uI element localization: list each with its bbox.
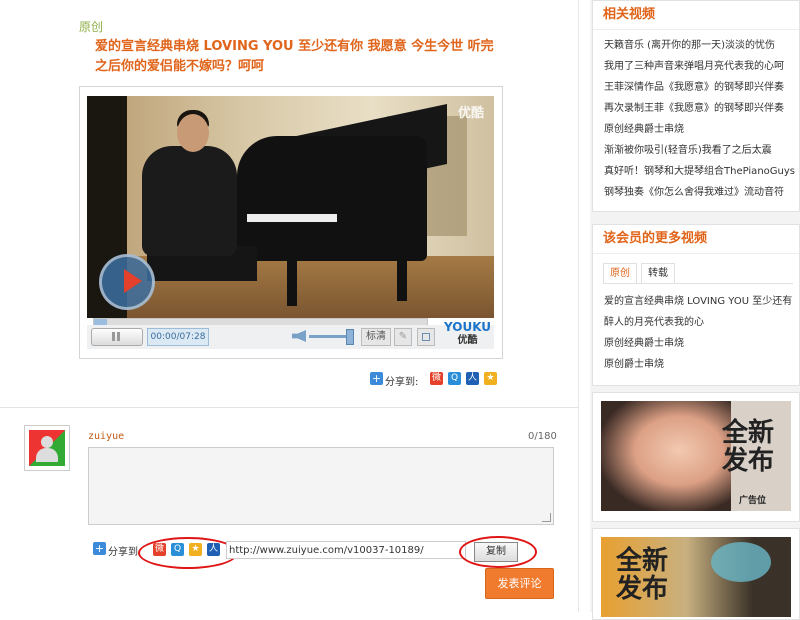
ad-image	[711, 542, 771, 582]
piano	[237, 136, 427, 261]
list-item[interactable]: 天籁音乐 (离开你的那一天)淡淡的忧伤	[593, 35, 799, 56]
tab-repost[interactable]: 转载	[641, 263, 675, 283]
member-videos-list: 爱的宣言经典串烧 LOVING YOU 至少还有 醉人的月亮代表我的心 原创经典…	[593, 291, 799, 375]
share-label: 分享到:	[385, 377, 419, 388]
list-item[interactable]: 原创爵士串烧	[593, 354, 799, 375]
tab-bar: 原创 转载	[603, 263, 793, 284]
ad-label: 广告位	[739, 496, 767, 506]
volume-knob[interactable]	[346, 329, 354, 345]
list-item[interactable]: 王菲深情作品《我愿意》的钢琴即兴伴奏	[593, 77, 799, 98]
ad-banner[interactable]: 全新 发布	[592, 528, 800, 620]
list-item[interactable]: 爱的宣言经典串烧 LOVING YOU 至少还有	[593, 291, 799, 312]
tab-original[interactable]: 原创	[603, 263, 637, 283]
volume-slider[interactable]	[309, 335, 349, 338]
submit-comment-button[interactable]: 发表评论	[485, 568, 554, 599]
renren-icon[interactable]: 人	[466, 372, 479, 385]
time-display: 00:00/07:28	[147, 328, 209, 346]
annotation-ellipse	[138, 537, 238, 569]
char-counter: 0/180	[528, 431, 557, 442]
youku-watermark: 优酷	[457, 106, 484, 121]
ad-headline-1: 全新	[615, 546, 668, 576]
list-item[interactable]: 真好听！钢琴和大提琴组合ThePianoGuys	[593, 161, 799, 182]
volume-icon[interactable]	[292, 330, 306, 342]
ad-banner[interactable]: 全新 发布 广告位	[592, 392, 800, 522]
fullscreen-icon[interactable]	[417, 328, 435, 346]
username[interactable]: zuiyue	[88, 431, 124, 442]
list-item[interactable]: 原创经典爵士串烧	[593, 333, 799, 354]
divider	[0, 407, 578, 408]
quality-button[interactable]: 标清	[361, 328, 391, 346]
pause-button[interactable]	[91, 328, 143, 346]
list-item[interactable]: 再次录制王菲《我愿意》的钢琴即兴伴奏	[593, 98, 799, 119]
ad-headline-2: 发布	[721, 446, 774, 476]
ad-headline-1: 全新	[721, 418, 774, 448]
ad-headline-2: 发布	[615, 574, 668, 604]
qzone-icon[interactable]: ★	[484, 372, 497, 385]
list-item[interactable]: 原创经典爵士串烧	[593, 119, 799, 140]
comment-input[interactable]	[88, 447, 554, 525]
member-videos-panel: 该会员的更多视频 原创 转载 爱的宣言经典串烧 LOVING YOU 至少还有 …	[592, 224, 800, 386]
sina-weibo-icon[interactable]: 微	[430, 372, 443, 385]
edit-icon[interactable]: ✎	[394, 328, 412, 346]
list-item[interactable]: 醉人的月亮代表我的心	[593, 312, 799, 333]
youku-logo: YOUKU 优酷	[444, 320, 492, 346]
list-item[interactable]: 钢琴独奏《你怎么舍得我难过》流动音符	[593, 182, 799, 203]
share-label: 分享到:	[108, 547, 142, 558]
list-item[interactable]: 我用了三种声音来弹唱月亮代表我的心呵	[593, 56, 799, 77]
related-videos-panel: 相关视频 天籁音乐 (离开你的那一天)淡淡的忧伤 我用了三种声音来弹唱月亮代表我…	[592, 0, 800, 212]
resize-handle[interactable]	[542, 513, 551, 522]
member-videos-title: 该会员的更多视频	[593, 225, 799, 254]
sidebar: 相关视频 天籁音乐 (离开你的那一天)淡淡的忧伤 我用了三种声音来弹唱月亮代表我…	[590, 0, 800, 620]
qq-weibo-icon[interactable]: Q	[448, 372, 461, 385]
related-videos-list: 天籁音乐 (离开你的那一天)淡淡的忧伤 我用了三种声音来弹唱月亮代表我的心呵 王…	[593, 30, 799, 203]
share-url-field[interactable]	[226, 541, 466, 559]
original-tag: 原创	[79, 20, 104, 34]
avatar	[24, 425, 70, 471]
share-plus-icon[interactable]: +	[93, 542, 106, 555]
list-item[interactable]: 渐渐被你吸引(轻音乐)我看了之后太震	[593, 140, 799, 161]
pause-icon	[112, 332, 115, 341]
player-controls: 00:00/07:28 标清 ✎ YOUKU 优酷	[87, 321, 494, 349]
annotation-ellipse	[459, 536, 537, 568]
related-videos-title: 相关视频	[593, 1, 799, 30]
video-title: 爱的宣言经典串烧 LOVING YOU 至少还有你 我愿意 今生今世 听完之后你…	[95, 39, 494, 74]
play-icon[interactable]	[99, 254, 155, 310]
pianist	[142, 146, 237, 256]
ad-image	[601, 401, 731, 511]
video-screen[interactable]: 优酷	[87, 96, 494, 318]
share-plus-icon[interactable]: +	[370, 372, 383, 385]
main-content: 原创 爱的宣言经典串烧 LOVING YOU 至少还有你 我愿意 今生今世 听完…	[0, 0, 579, 612]
